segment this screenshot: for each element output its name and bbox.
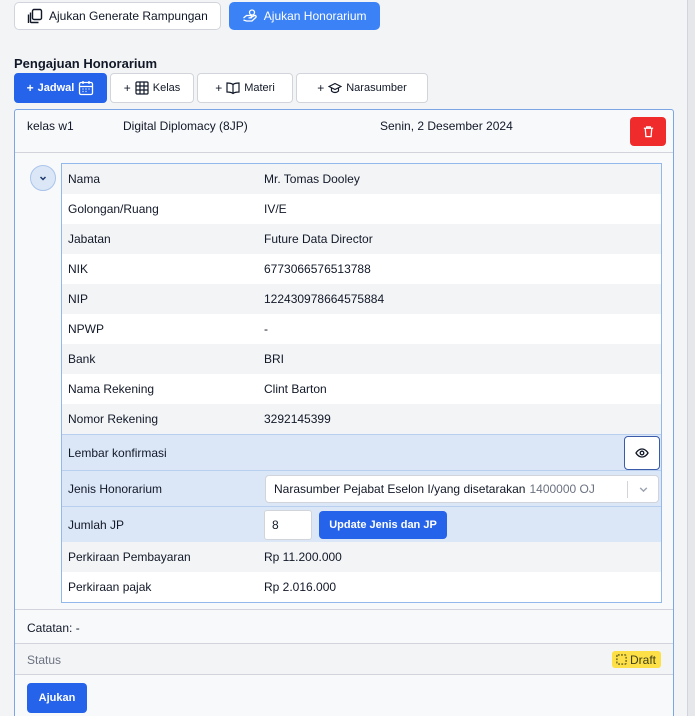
status-label: Status [27, 653, 62, 667]
section-title: Pengajuan Honorarium [14, 56, 158, 71]
kelas-name: kelas w1 [27, 119, 74, 133]
jenis-honorarium-row: Jenis Honorarium Narasumber Pejabat Esel… [62, 470, 661, 506]
kelas-label: Kelas [152, 82, 181, 94]
narasumber-label: Narasumber [346, 82, 407, 94]
jumlah-jp-input[interactable]: 8 [264, 510, 312, 540]
detail-value: 122430978664575884 [264, 292, 385, 306]
honorarium-card: kelas w1 Digital Diplomacy (8JP) Senin, … [14, 109, 674, 716]
detail-label: Jabatan [68, 232, 111, 246]
detail-label: NIK [68, 262, 89, 276]
card-footer: Ajukan [15, 674, 673, 716]
detail-row-nomor-rekening: Nomor Rekening 3292145399 [62, 404, 661, 434]
plus-label: + [26, 81, 34, 95]
detail-label: Bank [68, 352, 96, 366]
lembar-konfirmasi-label: Lembar konfirmasi [68, 446, 167, 460]
jenis-honorarium-select[interactable]: Narasumber Pejabat Eselon I/yang disetar… [265, 475, 659, 503]
detail-label: Nama Rekening [68, 382, 155, 396]
detail-label: Nama [68, 172, 101, 186]
catatan-text: Catatan: - [27, 621, 80, 635]
detail-value: - [264, 322, 268, 336]
catatan-row: Catatan: - [15, 609, 673, 644]
jenis-honorarium-amount: 1400000 OJ [529, 482, 595, 496]
detail-label: Golongan/Ruang [68, 202, 159, 216]
trash-icon [643, 126, 653, 138]
schedule-date: Senin, 2 Desember 2024 [380, 119, 513, 133]
detail-row-nama: Nama Mr. Tomas Dooley [62, 164, 661, 194]
status-badge: Draft [611, 651, 661, 668]
top-actions: Ajukan Generate Rampungan Ajukan Honorar… [14, 2, 380, 30]
delete-button[interactable] [630, 117, 666, 146]
detail-label: Nomor Rekening [68, 412, 159, 426]
perkiraan-pajak-label: Perkiraan pajak [68, 580, 152, 594]
copy-icon [27, 8, 43, 24]
jenis-honorarium-label: Jenis Honorarium [68, 482, 163, 496]
narasumber-detail-table: Nama Mr. Tomas Dooley Golongan/Ruang IV/… [61, 163, 662, 603]
jadwal-label: Jadwal [37, 82, 75, 94]
view-konfirmasi-button[interactable] [624, 436, 660, 470]
update-jenis-jp-button[interactable]: Update Jenis dan JP [319, 511, 447, 539]
perkiraan-pembayaran-value: Rp 11.200.000 [264, 550, 342, 564]
jumlah-jp-row: Jumlah JP 8 Update Jenis dan JP [62, 506, 661, 542]
detail-value: 3292145399 [264, 412, 331, 426]
status-badge-text: Draft [629, 652, 656, 667]
detail-label: NIP [68, 292, 89, 306]
chevron-down-icon [639, 487, 648, 493]
add-narasumber-button[interactable]: + Narasumber [296, 73, 428, 103]
detail-value: IV/E [264, 202, 287, 216]
jumlah-jp-label: Jumlah JP [68, 518, 125, 532]
perkiraan-pembayaran-label: Perkiraan Pembayaran [68, 550, 191, 564]
add-kelas-button[interactable]: + Kelas [110, 73, 194, 103]
add-materi-button[interactable]: + Materi [197, 73, 293, 103]
detail-value: Future Data Director [264, 232, 373, 246]
add-toolbar: + Jadwal + Kelas + Materi + Narasumber [14, 73, 428, 103]
collapse-toggle-button[interactable] [30, 165, 56, 191]
perkiraan-pajak-value: Rp 2.016.000 [264, 580, 337, 594]
add-jadwal-button[interactable]: + Jadwal [14, 73, 107, 103]
detail-value: Clint Barton [264, 382, 327, 396]
materi-label: Materi [244, 82, 275, 94]
table-grid-icon [135, 81, 149, 95]
detail-row-bank: Bank BRI [62, 344, 661, 374]
detail-label: NPWP [68, 322, 104, 336]
detail-row-npwp: NPWP - [62, 314, 661, 344]
ajukan-button[interactable]: Ajukan [27, 683, 87, 713]
generate-rampungan-label: Ajukan Generate Rampungan [49, 9, 208, 23]
perkiraan-pajak-row: Perkiraan pajak Rp 2.016.000 [62, 572, 661, 602]
page-scrollbar[interactable] [687, 0, 695, 716]
card-header: kelas w1 Digital Diplomacy (8JP) Senin, … [15, 110, 673, 153]
detail-row-jabatan: Jabatan Future Data Director [62, 224, 661, 254]
graduation-cap-icon [328, 82, 343, 94]
plus-label: + [123, 81, 131, 95]
materi-name: Digital Diplomacy (8JP) [123, 119, 248, 133]
detail-value: BRI [264, 352, 285, 366]
generate-rampungan-button[interactable]: Ajukan Generate Rampungan [14, 2, 221, 30]
detail-value: Mr. Tomas Dooley [264, 172, 360, 186]
ajukan-honorarium-button[interactable]: Ajukan Honorarium [228, 2, 380, 30]
detail-value: 6773066576513788 [264, 262, 371, 276]
ajukan-honorarium-label: Ajukan Honorarium [263, 9, 367, 23]
perkiraan-pembayaran-row: Perkiraan Pembayaran Rp 11.200.000 [62, 542, 661, 572]
plus-label: + [317, 81, 325, 95]
status-row: Status Draft [15, 643, 673, 674]
detail-row-nip: NIP 122430978664575884 [62, 284, 661, 314]
detail-row-nik: NIK 6773066576513788 [62, 254, 661, 284]
calendar-icon [79, 81, 94, 96]
hand-coins-icon [242, 9, 257, 22]
eye-icon [635, 448, 649, 458]
plus-label: + [215, 81, 223, 95]
jenis-honorarium-selected: Narasumber Pejabat Eselon I/yang disetar… [274, 482, 526, 496]
dashed-square-icon [616, 654, 627, 665]
chevron-down-icon [39, 176, 47, 181]
book-open-icon [226, 82, 240, 95]
detail-row-nama-rekening: Nama Rekening Clint Barton [62, 374, 661, 404]
select-divider [627, 481, 628, 498]
detail-row-golongan: Golongan/Ruang IV/E [62, 194, 661, 224]
lembar-konfirmasi-row: Lembar konfirmasi [62, 434, 661, 470]
